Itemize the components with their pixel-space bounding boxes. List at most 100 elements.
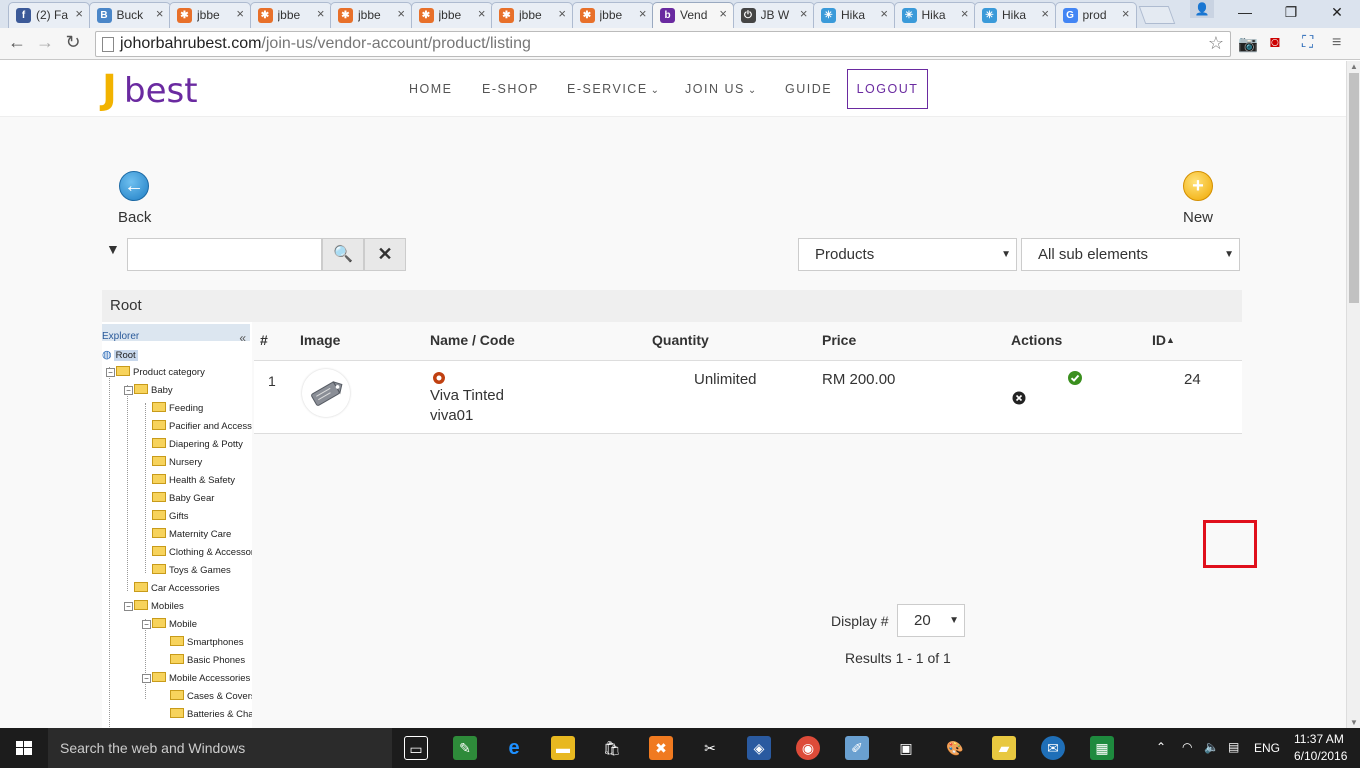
collapse-node-icon[interactable]: − [142,674,151,683]
browser-tab[interactable]: ✱ jbbe × [571,2,654,28]
notifications-icon[interactable]: ▤ [1228,740,1239,754]
language-indicator[interactable]: ENG [1254,741,1280,755]
close-tab-icon[interactable]: × [236,6,244,21]
search-button[interactable]: 🔍 [322,238,364,271]
browser-tab[interactable]: ✱ jbbe × [491,2,573,28]
browser-tab[interactable]: B Buck × [88,2,171,28]
sheets-icon[interactable]: ▦ [1090,736,1114,760]
tree-node[interactable]: Baby Gear [142,492,214,506]
store-icon[interactable]: 🛍 [600,736,624,760]
show-hidden-icons[interactable]: ⌃ [1156,740,1166,754]
thunderbird-icon[interactable]: ✉ [1041,736,1065,760]
collapse-node-icon[interactable]: − [106,368,115,377]
wifi-icon[interactable]: ◠ [1182,740,1192,754]
unpublished-status-icon[interactable] [432,371,446,388]
browser-tab[interactable]: ✱ jbbe × [249,2,332,28]
back-icon[interactable]: ← [119,171,149,201]
clock-time[interactable]: 11:37 AM [1294,732,1344,746]
logout-button[interactable]: LOGOUT [847,69,928,109]
tree-node[interactable]: Maternity Care [142,528,231,542]
col-name[interactable]: Name / Code [430,332,515,348]
notepad-icon[interactable]: ✐ [845,736,869,760]
menu-item-join-us[interactable]: JOIN US ⌄ [685,82,758,96]
collapse-node-icon[interactable]: − [142,620,151,629]
screen-capture-icon[interactable]: ⛶ [1302,34,1313,52]
tree-node[interactable]: − Baby [124,384,173,398]
file-explorer-icon[interactable]: ▬ [551,736,575,760]
snipping-tool-icon[interactable]: ✂ [698,736,722,760]
reload-icon[interactable]: ↻ [62,32,84,53]
scroll-thumb[interactable] [1349,73,1359,303]
minimize-icon[interactable]: — [1222,0,1268,24]
display-count-select[interactable]: 20 ▼ [897,604,965,637]
product-name[interactable]: Viva Tinted [430,387,504,404]
scroll-up-icon[interactable]: ▲ [1350,62,1358,71]
close-tab-icon[interactable]: × [800,6,808,21]
tree-node[interactable]: Basic Phones [160,654,245,668]
product-thumbnail[interactable] [302,369,350,417]
type-select[interactable]: Products ▼ [798,238,1017,271]
close-tab-icon[interactable]: × [639,6,647,21]
close-tab-icon[interactable]: × [478,6,486,21]
xampp-icon[interactable]: ✖ [649,736,673,760]
tree-node[interactable]: Health & Safety [142,474,235,488]
tree-node[interactable]: − Mobile Accessories [142,672,250,686]
browser-tab[interactable]: ⏻ JB W × [732,2,815,28]
browser-tab[interactable]: ✱ jbbe × [169,2,251,28]
address-bar[interactable]: johorbahrubest.com/join-us/vendor-accoun… [95,31,1231,57]
col-id[interactable]: ID▲ [1152,332,1175,348]
collapse-node-icon[interactable]: − [124,386,133,395]
tree-node[interactable]: Car Accessories [124,582,220,596]
tree-node[interactable]: Nursery [142,456,202,470]
restore-icon[interactable]: ❐ [1268,0,1314,24]
menu-item-e-service[interactable]: E-SERVICE ⌄ [567,82,661,96]
page-scrollbar[interactable]: ▲ ▼ [1346,61,1360,728]
close-tab-icon[interactable]: × [156,6,164,21]
publish-toggle[interactable] [1067,370,1083,389]
close-tab-icon[interactable]: × [558,6,566,21]
tree-node[interactable]: Toys & Games [142,564,231,578]
close-tab-icon[interactable]: × [75,6,83,21]
collapse-icon[interactable]: « [239,325,246,351]
url-text[interactable]: johorbahrubest.com/join-us/vendor-accoun… [120,35,531,53]
new-icon[interactable]: + [1183,171,1213,201]
bookmark-star-icon[interactable]: ☆ [1208,33,1224,54]
start-button[interactable] [0,728,48,768]
close-tab-icon[interactable]: × [1041,6,1049,21]
close-tab-icon[interactable]: × [880,6,888,21]
edge-icon[interactable]: e [502,736,526,760]
tree-node[interactable]: Feeding [142,402,203,416]
tree-node[interactable]: Batteries & Chargers [160,708,252,722]
terminal-icon[interactable]: ▣ [894,736,918,760]
close-window-icon[interactable]: ✕ [1314,0,1360,24]
forward-arrow-icon[interactable]: → [34,32,56,53]
close-tab-icon[interactable]: × [719,6,727,21]
browser-tab[interactable]: ✳ Hika × [893,2,976,28]
close-tab-icon[interactable]: × [317,6,325,21]
browser-tab[interactable]: b Vend × [652,2,734,28]
paint-icon[interactable]: 🎨 [943,736,967,760]
tree-node[interactable]: − Mobile [142,618,197,632]
tree-node[interactable]: Diapering & Potty [142,438,243,452]
browser-tab[interactable]: Gprod × [1054,2,1137,28]
pocket-icon[interactable]: ◙ [1270,34,1280,52]
excel-icon[interactable]: ✎ [453,736,477,760]
chrome-icon[interactable]: ◉ [796,736,820,760]
browser-tab[interactable]: ✳ Hika × [813,2,895,28]
profile-icon[interactable]: 👤 [1190,0,1214,18]
clear-button[interactable]: ✕ [364,238,406,271]
menu-icon[interactable]: ≡ [1332,34,1341,52]
close-tab-icon[interactable]: × [961,6,969,21]
new-tab-button[interactable] [1138,6,1176,24]
back-arrow-icon[interactable]: ← [6,32,28,53]
browser-tab[interactable]: f (2) Fa × [8,2,90,28]
new-label[interactable]: New [1183,209,1213,226]
tree-node[interactable]: − Mobiles [124,600,184,614]
close-tab-icon[interactable]: × [1122,6,1130,21]
scroll-down-icon[interactable]: ▼ [1350,718,1358,727]
browser-tab[interactable]: ✱ jbbe × [330,2,412,28]
jbest-logo[interactable]: J best [102,67,212,113]
tree-node[interactable]: Pacifier and Accessories [142,420,252,434]
menu-item-home[interactable]: HOME [409,82,456,96]
task-view-icon[interactable]: ▭ [404,736,428,760]
